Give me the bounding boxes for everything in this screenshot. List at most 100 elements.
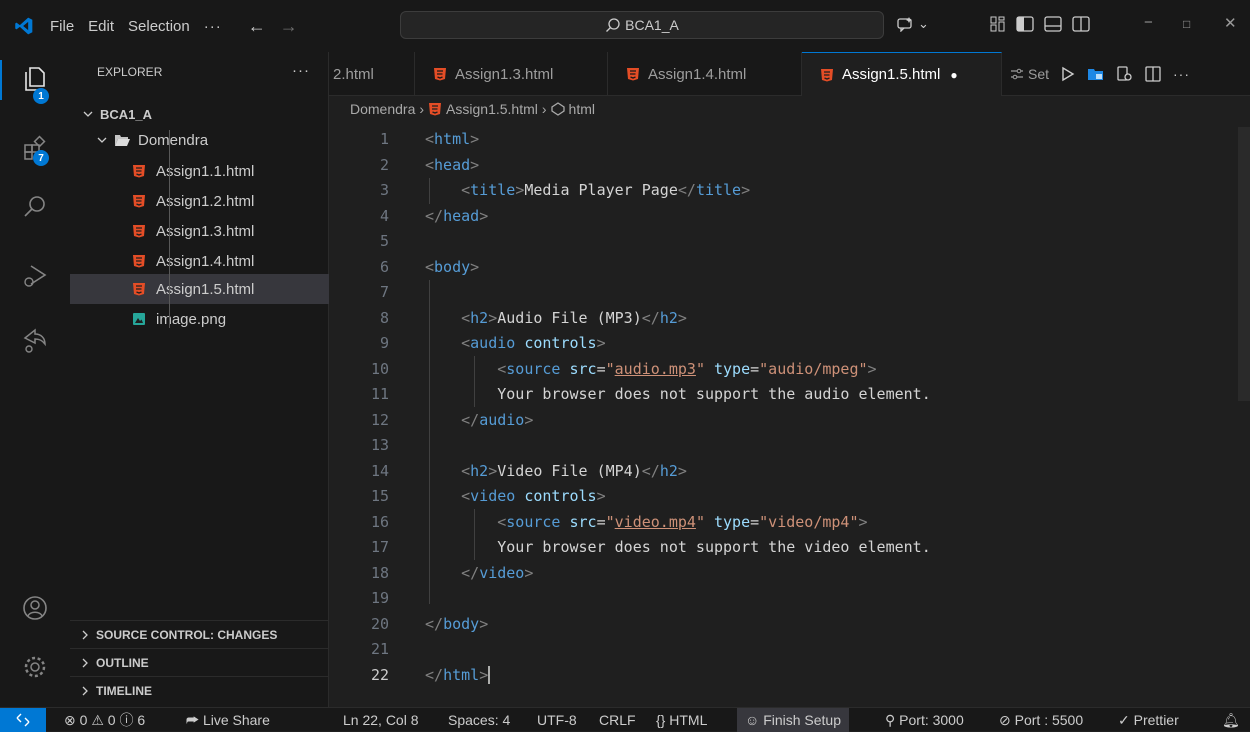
- file-assign1-3[interactable]: Assign1.3.html: [70, 216, 329, 246]
- split-editor-icon[interactable]: [1145, 66, 1161, 82]
- language-mode[interactable]: {} HTML: [656, 708, 707, 732]
- menu-file[interactable]: File: [50, 18, 74, 35]
- finish-setup-button[interactable]: ☺ Finish Setup: [737, 708, 850, 732]
- minimize-icon[interactable]: −: [1144, 14, 1153, 31]
- tab-label: Assign1.5.html: [842, 66, 941, 83]
- explorer-icon[interactable]: [21, 64, 49, 92]
- html-file-icon: [627, 68, 639, 81]
- symbol-element-icon: [550, 102, 565, 116]
- file-label: Assign1.5.html: [156, 280, 255, 298]
- tab-assign1-4[interactable]: Assign1.4.html: [608, 52, 802, 96]
- file-assign1-4[interactable]: Assign1.4.html: [70, 246, 329, 276]
- scrollbar-thumb[interactable]: [1238, 127, 1250, 401]
- image-file-icon: [133, 313, 145, 325]
- circle-slash-icon: ⊘: [999, 712, 1011, 728]
- maximize-icon[interactable]: □: [1183, 17, 1190, 31]
- breadcrumb-file[interactable]: Assign1.5.html: [446, 101, 538, 117]
- close-icon[interactable]: ✕: [1224, 14, 1237, 32]
- warning-count: 0: [107, 712, 116, 728]
- port-3000-indicator[interactable]: ⚲ Port: 3000: [885, 708, 964, 732]
- run-debug-icon[interactable]: [21, 262, 49, 290]
- line-number: 10: [370, 359, 389, 378]
- editor-scrollbar[interactable]: [1236, 127, 1250, 707]
- cursor-position[interactable]: Ln 22, Col 8: [343, 708, 419, 732]
- chevron-right-icon: ›: [419, 101, 425, 117]
- tab-actions: Set ···: [1010, 52, 1190, 96]
- file-label: Assign1.4.html: [156, 252, 255, 270]
- chevron-right-icon: [82, 686, 88, 695]
- unsaved-dot[interactable]: ●: [950, 68, 957, 82]
- gear-icon[interactable]: [21, 653, 49, 681]
- breadcrumb-folder[interactable]: Domendra: [350, 101, 415, 117]
- folder-open-icon: [115, 135, 130, 146]
- port-5500-label: Port : 5500: [1014, 712, 1084, 728]
- html-file-icon: [133, 165, 145, 178]
- open-preview-icon[interactable]: [1087, 66, 1105, 82]
- line-ending[interactable]: CRLF: [599, 708, 636, 732]
- toggle-sidebar-icon[interactable]: [1016, 16, 1034, 32]
- encoding[interactable]: UTF-8: [537, 708, 577, 732]
- notifications-bell-icon[interactable]: 🔔︎: [1222, 708, 1240, 732]
- line-number: 15: [370, 487, 389, 505]
- search-text: BCA1_A: [625, 17, 679, 33]
- live-share-button[interactable]: ⮫ Live Share: [186, 708, 270, 732]
- braces-icon: {}: [656, 712, 666, 728]
- line-number: 18: [370, 563, 389, 582]
- menu-more-button[interactable]: ···: [204, 18, 222, 35]
- customize-layout-icon[interactable]: [990, 16, 1006, 32]
- file-assign1-5[interactable]: Assign1.5.html: [70, 274, 329, 304]
- file-assign1-2[interactable]: Assign1.2.html: [70, 186, 329, 216]
- breadcrumb-symbol[interactable]: html: [569, 101, 595, 117]
- language-label: HTML: [669, 712, 708, 728]
- copilot-button[interactable]: ⌄: [896, 16, 929, 32]
- menu-selection[interactable]: Selection: [128, 18, 190, 35]
- source-control-section[interactable]: SOURCE CONTROL: CHANGES: [70, 620, 329, 648]
- forward-arrow-icon[interactable]: →: [280, 16, 298, 37]
- vscode-logo-icon: [15, 17, 33, 35]
- line-number: 11: [370, 385, 389, 403]
- tab-assign1-3[interactable]: Assign1.3.html: [415, 52, 608, 96]
- outline-section[interactable]: OUTLINE: [70, 648, 329, 676]
- html-file-icon: [821, 68, 833, 81]
- folder-domendra[interactable]: Domendra: [70, 125, 329, 155]
- line-number: 2: [379, 155, 389, 174]
- settings-tab[interactable]: Set: [1010, 66, 1049, 82]
- broadcast-icon: ⚲: [885, 712, 896, 728]
- run-icon[interactable]: [1061, 66, 1075, 82]
- line-number: 5: [379, 232, 389, 250]
- back-arrow-icon[interactable]: ←: [248, 16, 266, 37]
- tab-assign1-2[interactable]: 2.html: [329, 52, 415, 96]
- file-assign1-1[interactable]: Assign1.1.html: [70, 156, 329, 186]
- line-number: 9: [379, 334, 389, 352]
- prettier-button[interactable]: ✓ Prettier: [1118, 708, 1179, 732]
- tab-assign1-5[interactable]: Assign1.5.html ●: [802, 52, 1002, 96]
- port-3000-label: Port: 3000: [899, 712, 964, 728]
- explorer-badge: 1: [33, 88, 49, 104]
- problems-indicator[interactable]: ⊗ 0 ⚠ 0 ⓘ 6: [64, 708, 145, 732]
- file-image-png[interactable]: image.png: [70, 304, 329, 334]
- live-server-button[interactable]: ⊘ Port : 5500: [999, 708, 1083, 732]
- account-icon[interactable]: [21, 594, 49, 622]
- remote-indicator[interactable]: [0, 708, 46, 732]
- file-label: Assign1.3.html: [156, 222, 255, 240]
- line-number: 21: [370, 640, 389, 658]
- menu-edit[interactable]: Edit: [88, 18, 114, 35]
- check-all-icon: ✓: [1118, 712, 1130, 728]
- workspace-root-label: BCA1_A: [100, 106, 153, 122]
- info-icon: ⓘ: [119, 712, 134, 728]
- split-preview-icon[interactable]: [1117, 66, 1133, 82]
- toggle-secondary-sidebar-icon[interactable]: [1072, 16, 1090, 32]
- explorer-more-button[interactable]: ···: [292, 62, 310, 79]
- command-center-search[interactable]: BCA1_A: [400, 11, 884, 39]
- search-icon[interactable]: [21, 193, 49, 221]
- breadcrumb: Domendra › Assign1.5.html › html: [350, 101, 595, 117]
- code-editor[interactable]: 1 <html> 2 <head> 3 <title>Media Player Pa…: [329, 127, 1250, 707]
- indentation[interactable]: Spaces: 4: [448, 708, 510, 732]
- toggle-panel-icon[interactable]: [1044, 16, 1062, 32]
- remote-explorer-icon[interactable]: [21, 326, 49, 354]
- more-actions-button[interactable]: ···: [1173, 66, 1190, 82]
- live-share-icon: ⮫: [186, 712, 200, 728]
- timeline-section[interactable]: TIMELINE: [70, 676, 329, 704]
- info-count: 6: [137, 712, 146, 728]
- line-number: 17: [370, 538, 389, 556]
